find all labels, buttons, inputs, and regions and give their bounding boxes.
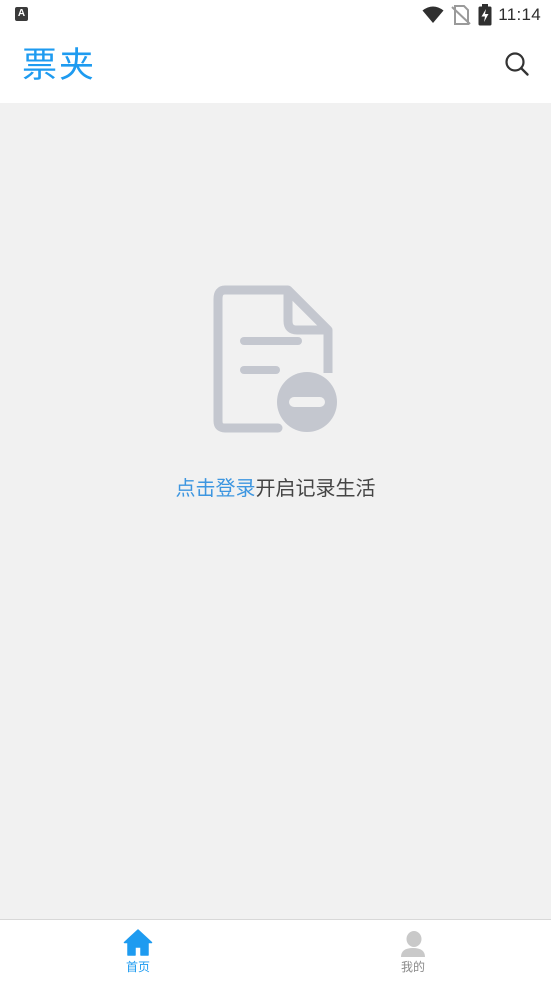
empty-state-text: 开启记录生活: [255, 476, 376, 500]
empty-state-message: 点击登录开启记录生活: [0, 474, 551, 502]
wifi-icon: [422, 6, 444, 23]
notification-indicator: A: [15, 7, 28, 21]
nav-label-mine: 我的: [400, 960, 425, 974]
screen: A 11:14 票夹 点击登录开启记录生活 首页 我的: [0, 0, 551, 981]
battery-charging-icon: [478, 4, 492, 26]
app-bar: 票夹: [0, 30, 551, 103]
app-title: 票夹: [22, 46, 97, 86]
bottom-navigation: 首页 我的: [0, 919, 551, 981]
nav-item-home[interactable]: 首页: [78, 920, 198, 981]
status-icons: 11:14: [422, 4, 541, 26]
no-sim-icon: [451, 5, 471, 25]
home-icon: [123, 929, 153, 956]
clock: 11:14: [498, 5, 541, 24]
search-icon: [505, 52, 529, 76]
search-button[interactable]: [500, 47, 534, 81]
document-remove-icon: [213, 285, 337, 433]
nav-item-mine[interactable]: 我的: [353, 920, 473, 981]
profile-icon: [401, 931, 425, 957]
status-bar: A 11:14: [0, 0, 551, 30]
nav-label-home: 首页: [125, 960, 150, 974]
login-link[interactable]: 点击登录: [176, 476, 256, 500]
